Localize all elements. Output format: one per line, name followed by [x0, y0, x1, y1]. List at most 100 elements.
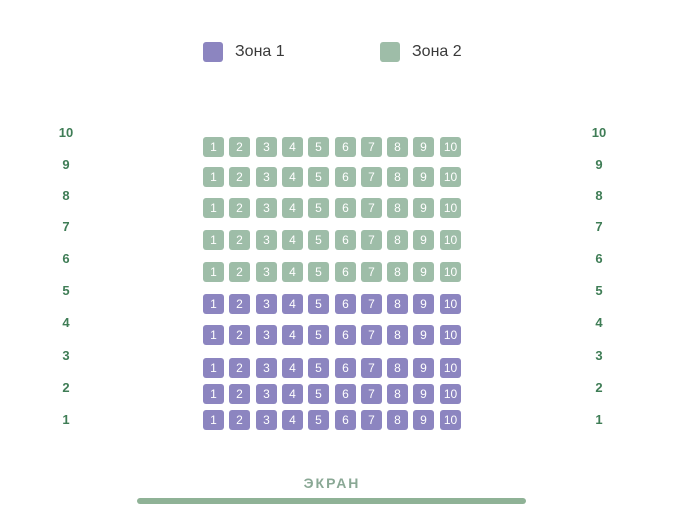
seat[interactable]: 5 [308, 384, 329, 404]
seat[interactable]: 1 [203, 410, 224, 430]
seat[interactable]: 2 [229, 230, 250, 250]
seat[interactable]: 8 [387, 198, 408, 218]
seat[interactable]: 2 [229, 325, 250, 345]
seat[interactable]: 2 [229, 198, 250, 218]
seat[interactable]: 5 [308, 230, 329, 250]
seat[interactable]: 2 [229, 167, 250, 187]
seat[interactable]: 2 [229, 358, 250, 378]
seat[interactable]: 7 [361, 262, 382, 282]
seat[interactable]: 4 [282, 410, 303, 430]
seat[interactable]: 3 [256, 167, 277, 187]
seat[interactable]: 5 [308, 262, 329, 282]
seat[interactable]: 4 [282, 325, 303, 345]
seat[interactable]: 5 [308, 410, 329, 430]
seat[interactable]: 1 [203, 294, 224, 314]
seat[interactable]: 10 [440, 384, 461, 404]
seat[interactable]: 3 [256, 358, 277, 378]
seat[interactable]: 7 [361, 384, 382, 404]
seat[interactable]: 8 [387, 358, 408, 378]
seat[interactable]: 3 [256, 410, 277, 430]
seat[interactable]: 5 [308, 358, 329, 378]
seat[interactable]: 7 [361, 358, 382, 378]
seat[interactable]: 3 [256, 262, 277, 282]
seat[interactable]: 8 [387, 137, 408, 157]
seat[interactable]: 5 [308, 294, 329, 314]
seat[interactable]: 5 [308, 325, 329, 345]
seat[interactable]: 1 [203, 167, 224, 187]
seat[interactable]: 4 [282, 137, 303, 157]
seat[interactable]: 6 [335, 230, 356, 250]
seat[interactable]: 2 [229, 137, 250, 157]
seat[interactable]: 10 [440, 262, 461, 282]
seat[interactable]: 7 [361, 198, 382, 218]
seat[interactable]: 9 [413, 384, 434, 404]
seat[interactable]: 7 [361, 167, 382, 187]
seat[interactable]: 10 [440, 167, 461, 187]
seat[interactable]: 1 [203, 325, 224, 345]
seat[interactable]: 1 [203, 230, 224, 250]
seat[interactable]: 1 [203, 198, 224, 218]
seat[interactable]: 9 [413, 325, 434, 345]
seat[interactable]: 2 [229, 262, 250, 282]
seat[interactable]: 10 [440, 198, 461, 218]
seat[interactable]: 7 [361, 325, 382, 345]
seat[interactable]: 5 [308, 198, 329, 218]
seat[interactable]: 7 [361, 410, 382, 430]
seat[interactable]: 4 [282, 230, 303, 250]
seat[interactable]: 1 [203, 137, 224, 157]
seat[interactable]: 6 [335, 198, 356, 218]
seat[interactable]: 6 [335, 384, 356, 404]
seat[interactable]: 10 [440, 358, 461, 378]
seat[interactable]: 7 [361, 137, 382, 157]
seat[interactable]: 4 [282, 198, 303, 218]
seat[interactable]: 9 [413, 137, 434, 157]
seat[interactable]: 4 [282, 384, 303, 404]
seat[interactable]: 9 [413, 230, 434, 250]
seat[interactable]: 6 [335, 167, 356, 187]
seat[interactable]: 2 [229, 410, 250, 430]
seat[interactable]: 3 [256, 230, 277, 250]
seat[interactable]: 3 [256, 294, 277, 314]
seat[interactable]: 2 [229, 384, 250, 404]
seat[interactable]: 10 [440, 325, 461, 345]
seat[interactable]: 8 [387, 262, 408, 282]
seat[interactable]: 8 [387, 167, 408, 187]
seat[interactable]: 7 [361, 294, 382, 314]
seat[interactable]: 5 [308, 137, 329, 157]
seat[interactable]: 9 [413, 167, 434, 187]
seat[interactable]: 8 [387, 230, 408, 250]
seat[interactable]: 6 [335, 410, 356, 430]
seat[interactable]: 9 [413, 294, 434, 314]
seat[interactable]: 9 [413, 358, 434, 378]
seat[interactable]: 3 [256, 325, 277, 345]
seat[interactable]: 1 [203, 384, 224, 404]
seat[interactable]: 4 [282, 358, 303, 378]
seat[interactable]: 6 [335, 325, 356, 345]
seat[interactable]: 4 [282, 294, 303, 314]
seat[interactable]: 4 [282, 262, 303, 282]
seat[interactable]: 10 [440, 230, 461, 250]
seat[interactable]: 6 [335, 262, 356, 282]
seat[interactable]: 8 [387, 384, 408, 404]
seat[interactable]: 2 [229, 294, 250, 314]
seat[interactable]: 8 [387, 325, 408, 345]
seat[interactable]: 1 [203, 358, 224, 378]
seat[interactable]: 6 [335, 137, 356, 157]
seat[interactable]: 5 [308, 167, 329, 187]
seat[interactable]: 10 [440, 294, 461, 314]
seat[interactable]: 9 [413, 262, 434, 282]
seat[interactable]: 10 [440, 137, 461, 157]
seat[interactable]: 1 [203, 262, 224, 282]
seat[interactable]: 9 [413, 198, 434, 218]
seat[interactable]: 3 [256, 198, 277, 218]
seat[interactable]: 6 [335, 294, 356, 314]
seat[interactable]: 8 [387, 410, 408, 430]
seat[interactable]: 3 [256, 384, 277, 404]
seat[interactable]: 3 [256, 137, 277, 157]
seat[interactable]: 10 [440, 410, 461, 430]
seat[interactable]: 8 [387, 294, 408, 314]
seat[interactable]: 6 [335, 358, 356, 378]
seat[interactable]: 4 [282, 167, 303, 187]
seat[interactable]: 7 [361, 230, 382, 250]
seat[interactable]: 9 [413, 410, 434, 430]
